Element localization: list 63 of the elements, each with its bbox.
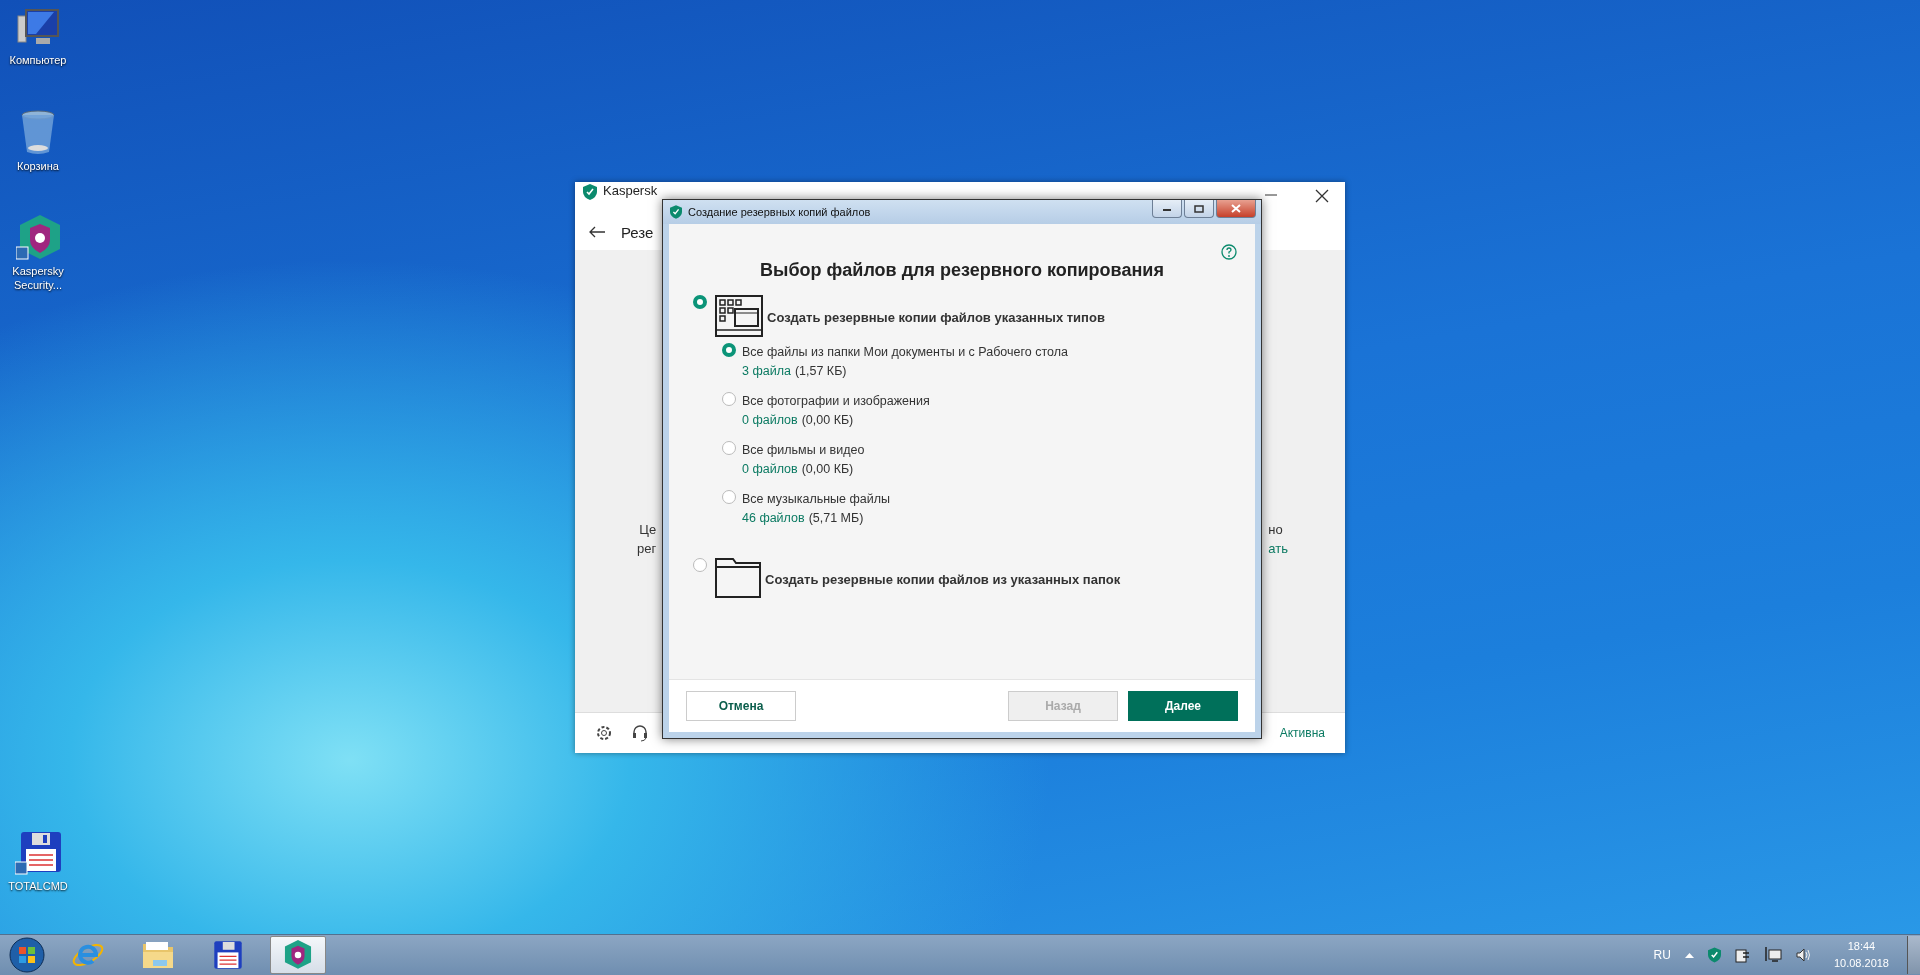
- tray-expand-icon[interactable]: [1684, 952, 1694, 958]
- shield-icon: [670, 205, 682, 219]
- desktop-icon-label[interactable]: Корзина: [17, 160, 59, 174]
- settings-icon[interactable]: [595, 724, 613, 742]
- start-button[interactable]: [8, 936, 46, 974]
- window-title: Kaspersk: [603, 184, 658, 198]
- shield-icon[interactable]: [1707, 947, 1721, 963]
- file-types-icon: [715, 295, 763, 337]
- show-desktop-button[interactable]: [1907, 936, 1920, 974]
- close-icon: [1231, 204, 1241, 213]
- shield-app-icon[interactable]: [16, 215, 60, 261]
- option-label: Все музыкальные файлы: [742, 491, 891, 508]
- file-count-link[interactable]: 3 файла: [742, 362, 791, 381]
- clock-time[interactable]: 18:44: [1847, 938, 1876, 955]
- radio-button[interactable]: [693, 558, 707, 572]
- maximize-button[interactable]: [1184, 200, 1214, 218]
- dialog-title: Создание резервных копий файлов: [688, 206, 871, 218]
- file-size-text: (5,71 МБ): [808, 510, 864, 527]
- floppy-disk-icon[interactable]: [15, 830, 61, 876]
- minimize-button[interactable]: [1152, 200, 1182, 218]
- license-status-link[interactable]: Активна: [1279, 726, 1325, 740]
- close-icon[interactable]: [1315, 189, 1329, 203]
- next-button[interactable]: Далее: [1128, 691, 1238, 721]
- folder-icon: [715, 558, 761, 598]
- back-arrow-icon[interactable]: [589, 226, 605, 238]
- option-label: Все файлы из папки Мои документы и с Рабочего стола: [742, 344, 1068, 361]
- file-count-link[interactable]: 0 файлов: [742, 460, 798, 479]
- page-heading: Резе: [621, 223, 654, 241]
- language-indicator[interactable]: RU: [1653, 948, 1671, 962]
- network-icon[interactable]: [1763, 947, 1782, 963]
- link[interactable]: ать: [1268, 539, 1288, 558]
- option-label: Создать резервные копии файлов из указанных папок: [765, 571, 1121, 587]
- file-count-link[interactable]: 0 файлов: [742, 411, 798, 430]
- description-text: но: [1268, 521, 1283, 539]
- file-count-link[interactable]: 46 файлов: [742, 509, 805, 528]
- description-text: рег: [637, 540, 657, 558]
- taskbar-app-button[interactable]: [270, 936, 326, 974]
- radio-button[interactable]: [722, 343, 736, 357]
- file-size-text: (0,00 КБ): [801, 461, 854, 478]
- close-button[interactable]: [1216, 200, 1256, 218]
- maximize-icon: [1194, 204, 1204, 213]
- radio-button[interactable]: [722, 392, 736, 406]
- help-icon[interactable]: [1221, 244, 1237, 260]
- dialog-button[interactable]: Отмена: [686, 691, 796, 721]
- desktop-icon-label[interactable]: Kaspersky Security...: [0, 265, 76, 293]
- recycle-bin-icon[interactable]: [20, 110, 56, 156]
- desktop-icon-label[interactable]: Компьютер: [9, 54, 67, 68]
- option-label: Все фотографии и изображения: [742, 393, 930, 410]
- file-size-text: (1,57 КБ): [794, 363, 847, 380]
- radio-button[interactable]: [693, 295, 707, 309]
- shield-app-icon: [283, 940, 313, 970]
- folder-icon: [141, 940, 175, 970]
- headset-icon[interactable]: [631, 724, 649, 742]
- radio-button[interactable]: [722, 490, 736, 504]
- description-text: Це: [639, 521, 657, 539]
- file-size-text: (0,00 КБ): [801, 412, 854, 429]
- volume-icon[interactable]: [1795, 948, 1812, 962]
- power-plug-icon[interactable]: [1734, 947, 1750, 963]
- dialog-heading: Выбор файлов для резервного копирования: [759, 260, 1165, 281]
- radio-button[interactable]: [722, 441, 736, 455]
- clock-date[interactable]: 10.08.2018: [1833, 955, 1889, 972]
- option-label: Создать резервные копии файлов указанных типов: [767, 309, 1105, 325]
- option-label: Все фильмы и видео: [742, 442, 865, 459]
